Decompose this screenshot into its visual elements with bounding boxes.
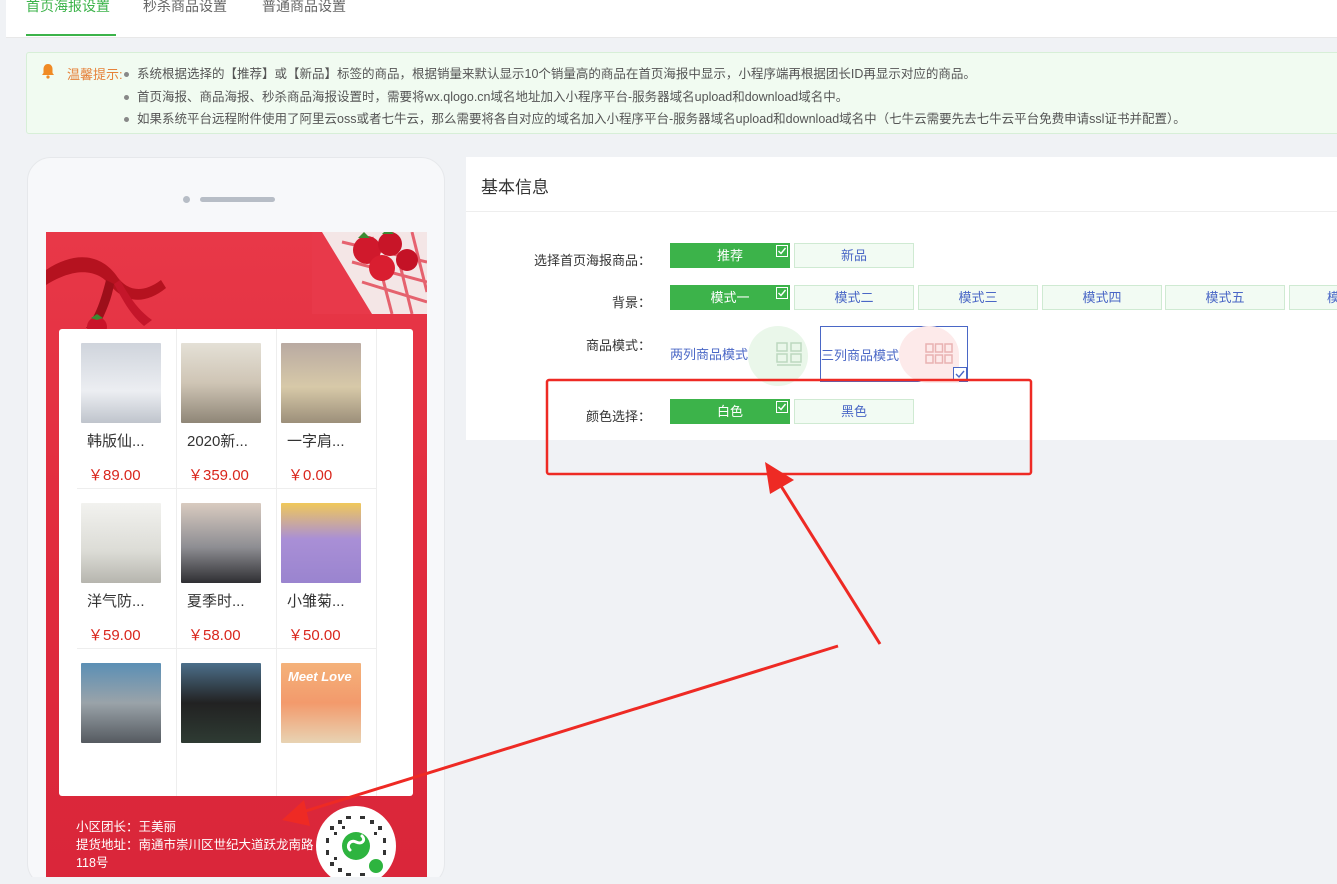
tip-item: 如果系统平台远程附件使用了阿里云oss或者七牛云，那么需要将各自对应的域名加入小… (124, 108, 1186, 131)
check-icon (776, 287, 788, 299)
product-name: 夏季时... (187, 593, 245, 610)
mini-program-code (316, 806, 396, 884)
option-label: 模 (1327, 290, 1337, 305)
product-image (281, 343, 361, 423)
mini-program-code-icon (326, 816, 386, 876)
tip-box: 温馨提示: 系统根据选择的【推荐】或【新品】标签的商品，根据销量来默认显示10个… (26, 52, 1337, 134)
product-price: ￥89.00 (88, 467, 141, 484)
goods-label: 选择首页海报商品： (533, 253, 651, 268)
bg-label: 背景： (611, 295, 651, 310)
mode-two-text: 两列商品模式 (670, 347, 749, 362)
phone-preview: 韩版仙... ￥89.00 2020新... ￥359.00 一字肩... ￥0… (27, 157, 445, 884)
basic-info-panel: 基本信息 选择首页海报商品： 推荐 新品 背景： 模式一 模式二 模式三 模式四… (466, 157, 1337, 440)
product-price: ￥59.00 (88, 627, 141, 644)
tip-item: 首页海报、商品海报、秒杀商品海报设置时，需要将wx.qlogo.cn域名地址加入… (124, 86, 1186, 109)
bg-mode-1[interactable]: 模式一 (670, 285, 790, 310)
option-label: 黑色 (840, 404, 867, 419)
mode-three-column[interactable]: 三列商品模式 (820, 326, 968, 383)
product-item[interactable]: 小雏菊... ￥50.00 (277, 489, 377, 649)
annotation-arrow (774, 477, 882, 645)
product-item[interactable]: 2020新... ￥359.00 (177, 329, 277, 489)
product-price: ￥0.00 (288, 467, 333, 484)
product-item[interactable] (177, 649, 277, 796)
leader-name: 小区团长：王美丽 (76, 820, 177, 834)
color-label: 颜色选择： (585, 409, 651, 424)
product-name: 小雏菊... (287, 593, 345, 610)
product-item[interactable]: Meet Love (277, 649, 377, 796)
product-name: 2020新... (187, 433, 248, 450)
product-image (81, 343, 161, 423)
product-name: 一字肩... (287, 433, 345, 450)
product-image (81, 663, 161, 743)
tab-flash-sale[interactable]: 秒杀商品设置 (143, 0, 227, 16)
three-column-icon (925, 343, 953, 364)
arrow-head (765, 462, 794, 494)
color-white[interactable]: 白色 (670, 399, 790, 424)
mode-three-text: 三列商品模式 (821, 348, 900, 363)
bell-icon (42, 64, 54, 79)
product-item[interactable]: 洋气防... ￥59.00 (77, 489, 177, 649)
product-image (181, 343, 261, 423)
product-image (281, 503, 361, 583)
option-label: 模式一 (710, 290, 750, 305)
page-bottom-edge (0, 877, 1337, 884)
option-label: 模式三 (958, 290, 998, 305)
product-card: 韩版仙... ￥89.00 2020新... ￥359.00 一字肩... ￥0… (59, 329, 413, 796)
product-image: Meet Love (281, 663, 361, 743)
option-label: 模式二 (834, 290, 874, 305)
option-label: 新品 (840, 248, 867, 263)
product-price: ￥50.00 (288, 627, 341, 644)
phone-camera (183, 196, 190, 203)
tab-home-poster[interactable]: 首页海报设置 (26, 0, 110, 16)
tip-label: 温馨提示: (67, 67, 123, 82)
option-label: 白色 (716, 404, 743, 419)
option-label: 推荐 (716, 248, 743, 263)
product-item[interactable] (77, 649, 177, 796)
two-column-icon (776, 342, 802, 366)
product-name: 韩版仙... (87, 433, 145, 450)
product-image (181, 503, 261, 583)
option-recommend[interactable]: 推荐 (670, 243, 790, 268)
poster-preview: 韩版仙... ￥89.00 2020新... ￥359.00 一字肩... ￥0… (46, 232, 427, 884)
option-label: 模式四 (1082, 290, 1122, 305)
bg-mode-5[interactable]: 模式五 (1165, 285, 1285, 310)
product-price: ￥359.00 (188, 467, 249, 484)
mode-two-column[interactable]: 两列商品模式 (670, 326, 818, 386)
product-item[interactable]: 夏季时... ￥58.00 (177, 489, 277, 649)
panel-title: 基本信息 (481, 178, 549, 197)
tip-item: 系统根据选择的【推荐】或【新品】标签的商品，根据销量来默认显示10个销量高的商品… (124, 63, 1186, 86)
bg-mode-3[interactable]: 模式三 (918, 285, 1038, 310)
option-new[interactable]: 新品 (794, 243, 914, 268)
phone-speaker (200, 197, 275, 202)
poster-footer: 小区团长：王美丽 提货地址：南通市崇川区世纪大道跃龙南路118号 (76, 818, 316, 872)
mode-label: 商品模式： (585, 338, 651, 353)
ribbon-decoration (46, 257, 166, 328)
product-price: ￥58.00 (188, 627, 241, 644)
bg-mode-4[interactable]: 模式四 (1042, 285, 1162, 310)
bg-mode-6[interactable]: 模 (1289, 285, 1337, 310)
product-image (81, 503, 161, 583)
product-name: 洋气防... (87, 593, 145, 610)
pickup-address: 提货地址：南通市崇川区世纪大道跃龙南路118号 (76, 838, 314, 870)
product-item[interactable]: 一字肩... ￥0.00 (277, 329, 377, 489)
product-item[interactable]: 韩版仙... ￥89.00 (77, 329, 177, 489)
product-image (181, 663, 261, 743)
tab-bar: 首页海报设置 秒杀商品设置 普通商品设置 (6, 0, 1337, 38)
tab-normal-goods[interactable]: 普通商品设置 (262, 0, 346, 16)
product-thumb-text: Meet Love (288, 669, 352, 684)
bg-mode-2[interactable]: 模式二 (794, 285, 914, 310)
color-black[interactable]: 黑色 (794, 399, 914, 424)
strawberry-decoration (312, 232, 427, 314)
option-label: 模式五 (1205, 290, 1245, 305)
tip-list: 系统根据选择的【推荐】或【新品】标签的商品，根据销量来默认显示10个销量高的商品… (124, 63, 1186, 131)
check-icon (776, 401, 788, 413)
divider (466, 211, 1337, 212)
selected-check-icon (953, 367, 967, 381)
check-icon (776, 245, 788, 257)
active-tab-indicator (26, 34, 116, 36)
